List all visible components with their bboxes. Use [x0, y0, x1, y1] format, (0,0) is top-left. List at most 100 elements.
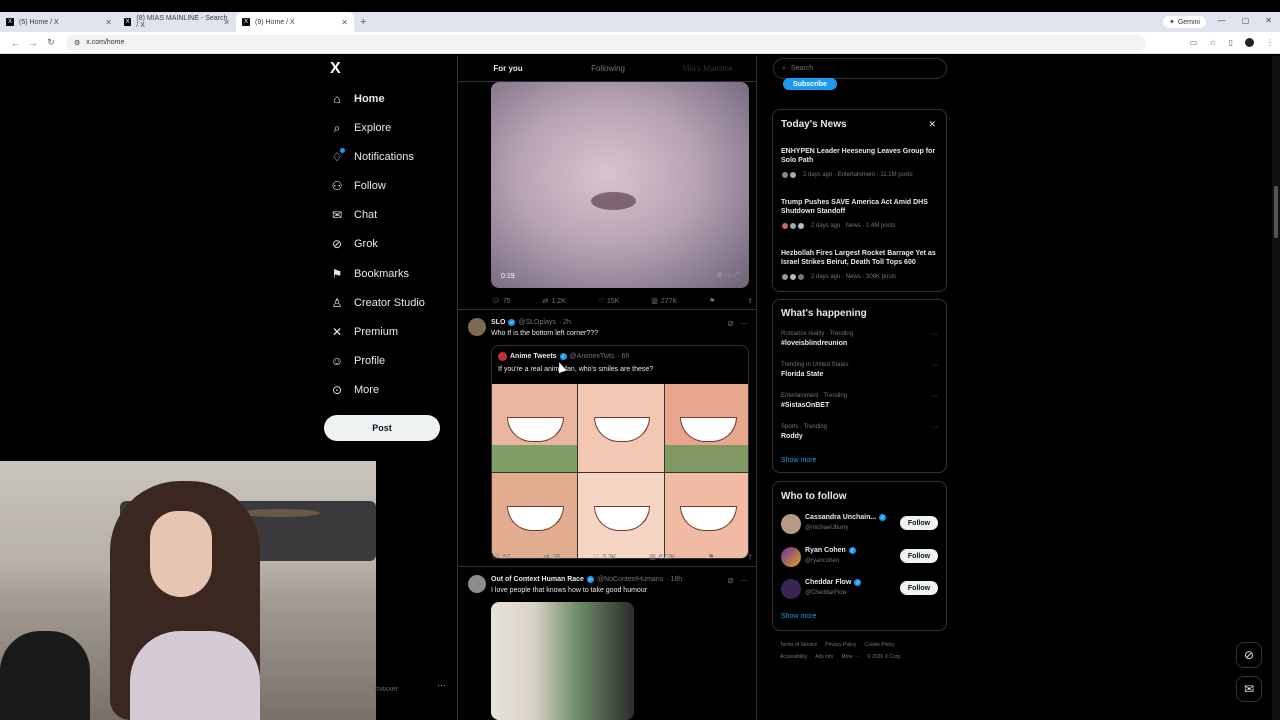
feed-column[interactable]: For you Following Mia's Mainline 0:19 ⚙ … — [457, 56, 757, 720]
quoted-post[interactable]: Anime Tweets ✓ @AnimexTwts · 6h If you'r… — [491, 345, 749, 559]
video-controls[interactable]: ⚙ ▭ ⤢ — [717, 271, 739, 280]
more-icon[interactable]: ··· — [740, 319, 748, 328]
close-icon[interactable]: ✕ — [341, 18, 348, 27]
forward-icon[interactable]: → — [24, 38, 42, 48]
video-player[interactable]: 0:19 ⚙ ▭ ⤢ — [491, 82, 749, 288]
post-time[interactable]: · 18h — [666, 576, 682, 583]
more-icon[interactable]: ··· — [931, 331, 938, 338]
star-icon[interactable]: ☆ — [1209, 38, 1216, 47]
quote-image-grid[interactable] — [492, 384, 748, 558]
footer-link[interactable]: More ··· — [841, 654, 859, 660]
nav-chat[interactable]: ✉ Chat — [330, 208, 377, 222]
trend-name[interactable]: Florida State — [781, 371, 823, 378]
author-name[interactable]: SLO — [491, 319, 505, 326]
post-time[interactable]: · 2h — [559, 319, 571, 326]
news-headline[interactable]: ENHYPEN Leader Heeseung Leaves Group for… — [781, 147, 941, 165]
nav-premium[interactable]: ✕ Premium — [330, 325, 398, 339]
follow-suggestion-name[interactable]: Cassandra Unchain... ✓ — [805, 514, 887, 521]
footer-link[interactable]: Privacy Policy — [825, 642, 856, 648]
repost-button[interactable]: ⇄ 1.2K — [543, 297, 566, 306]
news-headline[interactable]: Trump Pushes SAVE America Act Amid DHS S… — [781, 198, 941, 216]
footer-link[interactable]: Accessibility — [780, 654, 807, 660]
subscribe-button[interactable]: Subscribe — [783, 78, 837, 90]
bookmark-button[interactable]: ⚑ — [709, 297, 715, 305]
like-button[interactable]: ♡ 3.3K — [593, 553, 617, 562]
views-button[interactable]: ▥ 277K — [651, 297, 677, 306]
trend-name[interactable]: Roddy — [781, 433, 803, 440]
close-icon[interactable]: ✕ — [928, 119, 936, 130]
reply-button[interactable]: 💬︎ 57 — [491, 553, 511, 562]
bookmark-button[interactable]: ⚑ — [708, 553, 714, 561]
nav-profile[interactable]: ☺ Profile — [330, 354, 385, 368]
show-more-link[interactable]: Show more — [781, 457, 816, 464]
nav-notifications[interactable]: ♢ Notifications — [330, 148, 414, 164]
follow-button[interactable]: Follow — [900, 549, 938, 563]
page-scrollbar[interactable] — [1272, 56, 1280, 720]
author-handle[interactable]: @NoContextHumans — [597, 576, 663, 583]
footer-link[interactable]: Ads info — [815, 654, 833, 660]
account-more-icon[interactable]: ··· — [437, 680, 446, 690]
close-icon[interactable]: ✕ — [223, 18, 230, 27]
messages-float-button[interactable]: ✉ — [1236, 676, 1262, 702]
follow-button[interactable]: Follow — [900, 516, 938, 530]
scrollbar-thumb[interactable] — [1274, 186, 1278, 238]
grok-icon[interactable]: ⊘ — [727, 576, 734, 585]
reload-icon[interactable]: ↻ — [42, 37, 60, 48]
reply-button[interactable]: 💬︎ 75 — [491, 297, 511, 306]
avatar[interactable] — [468, 575, 486, 593]
tab-for-you[interactable]: For you — [458, 56, 558, 81]
maximize-icon[interactable]: ▢ — [1242, 16, 1250, 25]
profile-avatar[interactable] — [1245, 38, 1254, 47]
browser-tab[interactable]: X (5) Home / X ✕ — [0, 12, 118, 32]
avatar[interactable] — [781, 547, 801, 567]
tab-mias-mainline[interactable]: Mia's Mainline — [658, 56, 756, 81]
more-icon[interactable]: ··· — [931, 362, 938, 369]
share-button[interactable]: ⇪ — [747, 297, 753, 305]
sidepanel-icon[interactable]: ▯ — [1229, 38, 1233, 47]
nav-home[interactable]: ⌂ Home — [330, 92, 384, 106]
author-name[interactable]: Out of Context Human Race — [491, 576, 584, 583]
browser-tab[interactable]: X (8) MIAS MAINLINE - Search / X ✕ — [118, 12, 236, 32]
new-tab-button[interactable]: + — [360, 16, 366, 28]
post-button[interactable]: Post — [324, 415, 440, 441]
browser-tab-active[interactable]: X (9) Home / X ✕ — [236, 12, 354, 32]
grok-icon[interactable]: ⊘ — [727, 319, 734, 328]
minimize-icon[interactable]: — — [1218, 16, 1226, 25]
menu-icon[interactable]: ⋮ — [1266, 38, 1274, 47]
avatar[interactable] — [781, 514, 801, 534]
site-info-icon[interactable]: ⚙ — [74, 39, 80, 47]
news-headline[interactable]: Hezbollah Fires Largest Rocket Barrage Y… — [781, 249, 941, 267]
follow-button[interactable]: Follow — [900, 581, 938, 595]
avatar[interactable] — [781, 579, 801, 599]
avatar[interactable] — [468, 318, 486, 336]
back-icon[interactable]: ← — [6, 38, 24, 48]
cast-icon[interactable]: ▭ — [1190, 38, 1198, 47]
nav-bookmarks[interactable]: ⚑ Bookmarks — [330, 267, 409, 281]
close-icon[interactable]: ✕ — [105, 18, 112, 27]
more-icon[interactable]: ··· — [740, 576, 748, 585]
like-button[interactable]: ♡ 15K — [598, 297, 620, 306]
footer-link[interactable]: Cookie Policy — [864, 642, 894, 648]
close-window-icon[interactable]: ✕ — [1265, 16, 1272, 25]
more-icon[interactable]: ··· — [931, 424, 938, 431]
search-input[interactable]: ⌕ Search — [773, 58, 947, 79]
grok-float-button[interactable]: ⊘ — [1236, 642, 1262, 668]
nav-explore[interactable]: ⌕ Explore — [330, 121, 392, 135]
trend-name[interactable]: #loveisblindreunion — [781, 340, 847, 347]
follow-suggestion-name[interactable]: Ryan Cohen ✓ — [805, 547, 856, 554]
url-field[interactable]: ⚙ x.com/home — [66, 34, 1146, 51]
author-handle[interactable]: @SLOplays — [518, 319, 555, 326]
gemini-button[interactable]: ✦ Gemini — [1162, 16, 1206, 28]
post-image[interactable] — [491, 602, 634, 720]
views-button[interactable]: ▥ 672K — [649, 553, 675, 562]
share-button[interactable]: ⇪ — [747, 553, 753, 561]
x-logo[interactable]: X — [330, 60, 341, 78]
nav-more[interactable]: ⊙ More — [330, 383, 379, 397]
trend-name[interactable]: #SistasOnBET — [781, 402, 829, 409]
show-more-link[interactable]: Show more — [781, 613, 816, 620]
more-icon[interactable]: ··· — [931, 393, 938, 400]
nav-follow[interactable]: ⚇ Follow — [330, 179, 386, 193]
repost-button[interactable]: ⇄ 26 — [543, 553, 560, 562]
tab-following[interactable]: Following — [558, 56, 658, 81]
nav-creator-studio[interactable]: ♙ Creator Studio — [330, 296, 425, 310]
